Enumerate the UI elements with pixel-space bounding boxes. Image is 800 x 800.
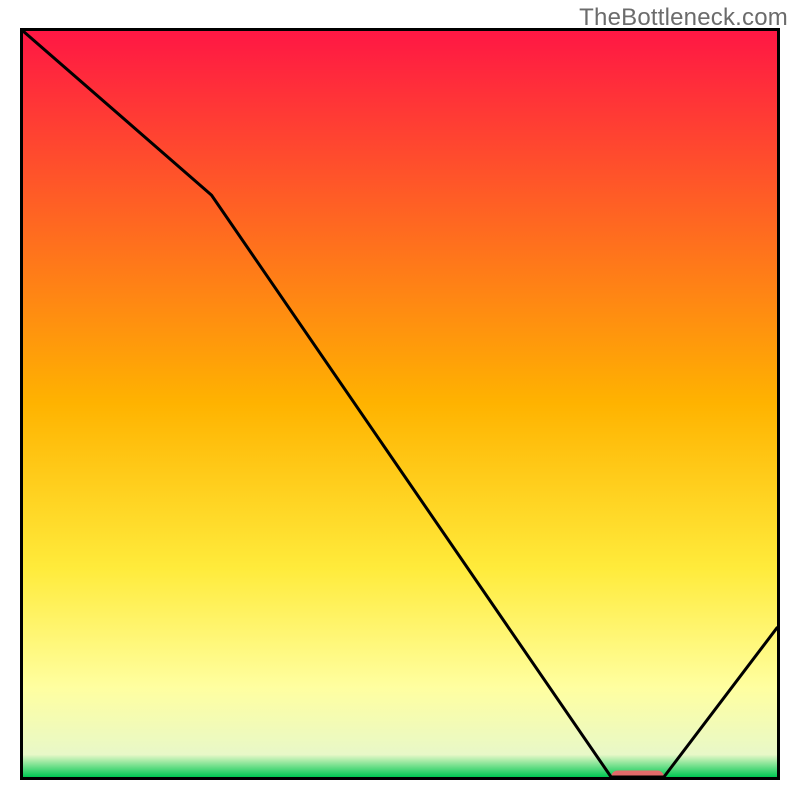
chart-container: TheBottleneck.com bbox=[0, 0, 800, 800]
plot-area bbox=[20, 28, 780, 780]
chart-svg bbox=[20, 28, 780, 780]
watermark-text: TheBottleneck.com bbox=[579, 4, 788, 32]
